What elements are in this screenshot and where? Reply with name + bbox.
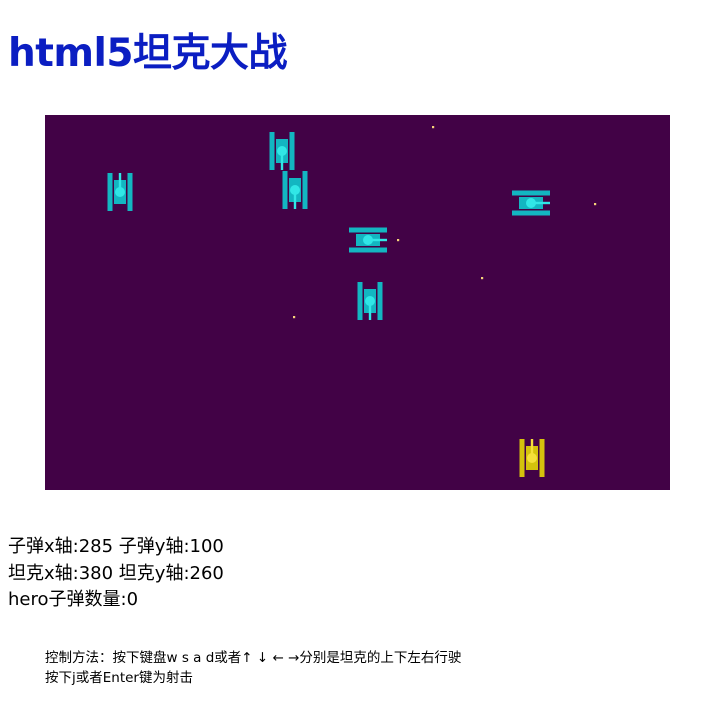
tank-coordinates: 坦克x轴:380 坦克y轴:260 xyxy=(8,563,224,584)
hero-bullet-count: hero子弹数量:0 xyxy=(8,589,139,610)
fire-instructions: 按下j或者Enter键为射击 xyxy=(45,670,193,686)
bullet xyxy=(397,239,400,242)
page-title: html5坦克大战 xyxy=(8,31,288,76)
bullet xyxy=(594,203,597,206)
bullet-coordinates: 子弹x轴:285 子弹y轴:100 xyxy=(8,536,224,557)
bullet xyxy=(481,277,484,280)
bullet xyxy=(432,126,435,129)
bullet xyxy=(293,316,296,319)
game-canvas[interactable] xyxy=(45,115,670,490)
movement-instructions: 控制方法：按下键盘w s a d或者↑ ↓ ← →分别是坦克的上下左右行驶 xyxy=(45,650,462,666)
